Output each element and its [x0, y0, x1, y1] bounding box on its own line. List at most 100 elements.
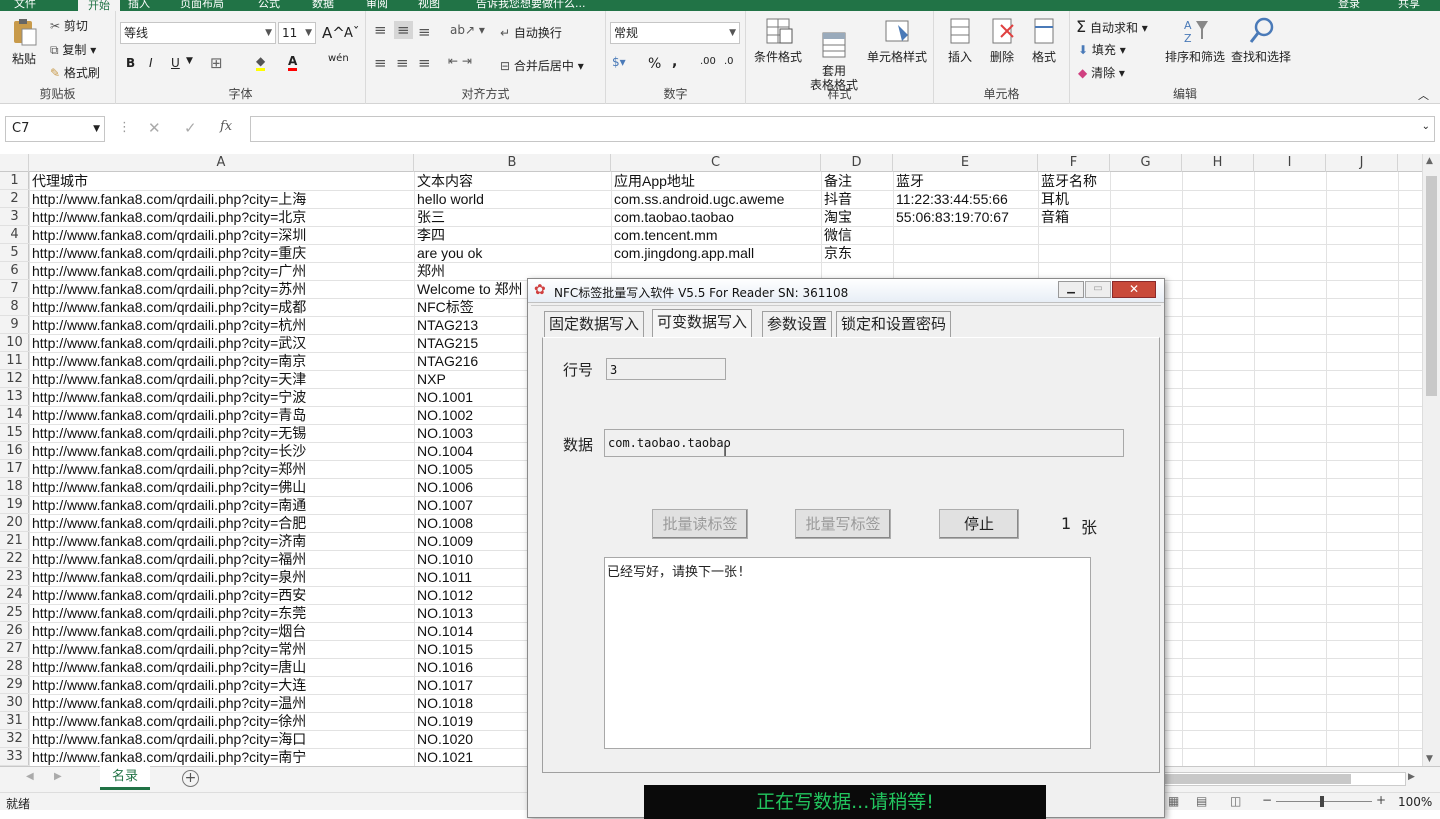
row-header[interactable]: 7	[0, 280, 29, 298]
horizontal-scrollbar[interactable]	[1160, 772, 1406, 786]
cell-A24[interactable]: http://www.fanka8.com/qrdaili.php?city=西…	[29, 586, 414, 604]
row-header[interactable]: 23	[0, 568, 29, 586]
cell-A1[interactable]: 代理城市	[29, 172, 414, 190]
cell-A5[interactable]: http://www.fanka8.com/qrdaili.php?city=重…	[29, 244, 414, 262]
vertical-scrollbar[interactable]: ▲ ▼	[1422, 154, 1440, 766]
batch-read-button[interactable]: 批量读标签	[652, 509, 748, 539]
add-sheet-button[interactable]: +	[182, 770, 199, 787]
align-left-icon[interactable]: ≡	[374, 54, 387, 72]
insert-cells-button[interactable]: 插入	[940, 15, 980, 64]
row-header[interactable]: 17	[0, 460, 29, 478]
cell-B5[interactable]: are you ok	[414, 244, 611, 262]
row-header[interactable]: 30	[0, 694, 29, 712]
share-button[interactable]: 共享	[1398, 0, 1420, 11]
normal-view-icon[interactable]: ▦	[1168, 794, 1179, 808]
row-header[interactable]: 14	[0, 406, 29, 424]
row-header[interactable]: 6	[0, 262, 29, 280]
row-header[interactable]: 29	[0, 676, 29, 694]
row-header[interactable]: 25	[0, 604, 29, 622]
data-field[interactable]: com.taobao.taobao	[604, 429, 1124, 457]
cell-A9[interactable]: http://www.fanka8.com/qrdaili.php?city=杭…	[29, 316, 414, 334]
cell-E1[interactable]: 蓝牙	[893, 172, 1038, 190]
tab-view[interactable]: 视图	[418, 0, 440, 11]
column-header[interactable]: J	[1326, 154, 1398, 172]
sign-in-link[interactable]: 登录	[1338, 0, 1360, 11]
percent-button[interactable]: %	[648, 56, 661, 72]
page-break-icon[interactable]: ◫	[1230, 794, 1241, 808]
tab-scroll-right-icon[interactable]: ▶	[54, 771, 62, 782]
cell-A28[interactable]: http://www.fanka8.com/qrdaili.php?city=唐…	[29, 658, 414, 676]
maximize-button[interactable]: ▭	[1085, 281, 1111, 298]
cell-A31[interactable]: http://www.fanka8.com/qrdaili.php?city=徐…	[29, 712, 414, 730]
cell-A3[interactable]: http://www.fanka8.com/qrdaili.php?city=北…	[29, 208, 414, 226]
cell-B2[interactable]: hello world	[414, 190, 611, 208]
merge-center-button[interactable]: ⊟ 合并后居中 ▾	[500, 57, 584, 74]
insert-function-button[interactable]: fx	[220, 119, 232, 134]
cell-A11[interactable]: http://www.fanka8.com/qrdaili.php?city=南…	[29, 352, 414, 370]
wrap-text-button[interactable]: ↵ 自动换行	[500, 24, 562, 41]
cell-A21[interactable]: http://www.fanka8.com/qrdaili.php?city=济…	[29, 532, 414, 550]
row-header[interactable]: 8	[0, 298, 29, 316]
zoom-slider[interactable]	[1276, 796, 1372, 807]
cell-A13[interactable]: http://www.fanka8.com/qrdaili.php?city=宁…	[29, 388, 414, 406]
select-all-corner[interactable]	[0, 154, 29, 172]
row-header[interactable]: 27	[0, 640, 29, 658]
cell-A15[interactable]: http://www.fanka8.com/qrdaili.php?city=无…	[29, 424, 414, 442]
row-header[interactable]: 15	[0, 424, 29, 442]
cell-D5[interactable]: 京东	[821, 244, 893, 262]
cell-A26[interactable]: http://www.fanka8.com/qrdaili.php?city=烟…	[29, 622, 414, 640]
column-header[interactable]: H	[1182, 154, 1254, 172]
enter-icon[interactable]: ✓	[184, 119, 197, 137]
tab-variable-data[interactable]: 可变数据写入	[652, 309, 753, 339]
cell-D3[interactable]: 淘宝	[821, 208, 893, 226]
scroll-down-icon[interactable]: ▼	[1426, 754, 1433, 764]
italic-button[interactable]: I	[149, 56, 153, 70]
cell-A30[interactable]: http://www.fanka8.com/qrdaili.php?city=温…	[29, 694, 414, 712]
page-layout-icon[interactable]: ▤	[1196, 794, 1207, 808]
cell-C5[interactable]: com.jingdong.app.mall	[611, 244, 821, 262]
row-header[interactable]: 5	[0, 244, 29, 262]
cell-E2[interactable]: 11:22:33:44:55:66	[893, 190, 1038, 208]
cell-A18[interactable]: http://www.fanka8.com/qrdaili.php?city=佛…	[29, 478, 414, 496]
cell-C4[interactable]: com.tencent.mm	[611, 226, 821, 244]
cell-E5[interactable]	[893, 244, 1038, 262]
column-header[interactable]: D	[821, 154, 893, 172]
format-painter-button[interactable]: ✎ 格式刷	[50, 64, 100, 81]
cell-A17[interactable]: http://www.fanka8.com/qrdaili.php?city=郑…	[29, 460, 414, 478]
tab-file[interactable]: 文件	[14, 0, 36, 11]
row-header[interactable]: 16	[0, 442, 29, 460]
underline-dropdown[interactable]: ▼	[186, 56, 193, 66]
cell-A29[interactable]: http://www.fanka8.com/qrdaili.php?city=大…	[29, 676, 414, 694]
row-header[interactable]: 12	[0, 370, 29, 388]
tab-formulas[interactable]: 公式	[258, 0, 280, 11]
clear-button[interactable]: ◆ 清除 ▾	[1078, 64, 1125, 81]
row-header[interactable]: 28	[0, 658, 29, 676]
row-header[interactable]: 10	[0, 334, 29, 352]
column-header[interactable]: G	[1110, 154, 1182, 172]
increase-decimal-button[interactable]: .00	[700, 56, 716, 67]
row-header[interactable]: 20	[0, 514, 29, 532]
font-name-select[interactable]: 等线 ▼	[120, 22, 276, 44]
cell-A8[interactable]: http://www.fanka8.com/qrdaili.php?city=成…	[29, 298, 414, 316]
h-scroll-right-icon[interactable]: ▶	[1408, 772, 1415, 782]
row-number-field[interactable]: 3	[606, 358, 726, 380]
align-center-icon[interactable]: ≡	[396, 54, 409, 72]
cell-B3[interactable]: 张三	[414, 208, 611, 226]
cell-F2[interactable]: 耳机	[1038, 190, 1110, 208]
row-header[interactable]: 4	[0, 226, 29, 244]
collapse-ribbon-icon[interactable]: ︿	[1418, 87, 1429, 103]
column-header[interactable]: A	[29, 154, 414, 172]
cell-F3[interactable]: 音箱	[1038, 208, 1110, 226]
column-header[interactable]: E	[893, 154, 1038, 172]
cell-A4[interactable]: http://www.fanka8.com/qrdaili.php?city=深…	[29, 226, 414, 244]
cell-A16[interactable]: http://www.fanka8.com/qrdaili.php?city=长…	[29, 442, 414, 460]
align-right-icon[interactable]: ≡	[418, 54, 431, 72]
name-box[interactable]: C7 ▼	[5, 116, 105, 142]
cell-D1[interactable]: 备注	[821, 172, 893, 190]
cell-F4[interactable]	[1038, 226, 1110, 244]
find-select-button[interactable]: 查找和选择	[1228, 15, 1294, 64]
tab-lock-password[interactable]: 锁定和设置密码	[836, 311, 952, 337]
cell-A2[interactable]: http://www.fanka8.com/qrdaili.php?city=上…	[29, 190, 414, 208]
tab-review[interactable]: 审阅	[366, 0, 388, 11]
row-header[interactable]: 3	[0, 208, 29, 226]
